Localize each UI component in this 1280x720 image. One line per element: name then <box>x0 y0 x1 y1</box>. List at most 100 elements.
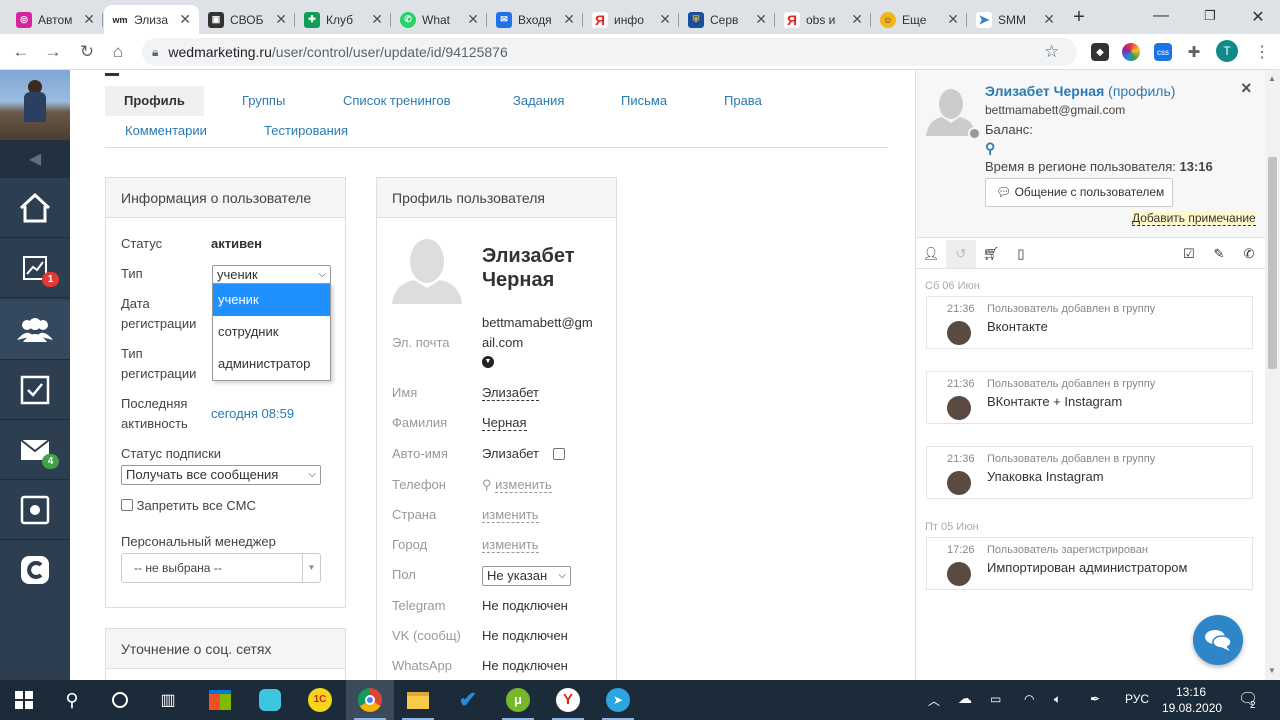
city-change[interactable]: изменить <box>482 535 539 555</box>
browser-tab[interactable]: ✆ What ✕ <box>392 5 487 34</box>
puzzle-icon[interactable]: ✚ <box>1185 43 1203 61</box>
task-view-icon[interactable]: ▥ <box>144 680 192 720</box>
restore-icon[interactable]: ❐ <box>1200 8 1220 24</box>
check-square-icon[interactable]: ☑ <box>1174 240 1204 268</box>
tab-tasks[interactable]: Задания <box>494 86 583 116</box>
utorrent-icon[interactable]: μ <box>494 680 542 720</box>
type-option-admin[interactable]: администратор <box>213 348 330 380</box>
scroll-down-icon[interactable]: ▼ <box>1268 666 1276 675</box>
sidebar-item-notifications[interactable]: ◀ <box>0 140 70 178</box>
back-icon[interactable]: ← <box>11 42 31 62</box>
history-icon[interactable]: ↺ <box>946 240 976 268</box>
close-tab-icon[interactable]: ✕ <box>659 11 671 28</box>
url-bar[interactable]: 🔒︎ wedmarketing.ru/user/control/user/upd… <box>142 38 1077 66</box>
color-extension-icon[interactable] <box>1122 43 1140 61</box>
sidebar-item-crm[interactable] <box>0 540 70 600</box>
tab-comments[interactable]: Комментарии <box>106 116 226 146</box>
new-tab-button[interactable]: + <box>1068 6 1090 29</box>
sidebar-item-stats[interactable]: 1 <box>0 238 70 298</box>
tray-chevron-icon[interactable]: ︿ <box>928 692 940 709</box>
type-option-student[interactable]: ученик <box>213 284 330 316</box>
email-expand-icon[interactable]: ▼ <box>482 356 494 368</box>
volume-icon[interactable]: 🔈︎ <box>1054 692 1061 707</box>
close-tab-icon[interactable]: ✕ <box>851 11 863 28</box>
type-option-employee[interactable]: сотрудник <box>213 316 330 348</box>
forward-icon[interactable]: → <box>43 42 63 62</box>
sidebar-item-tasks[interactable] <box>0 360 70 420</box>
first-name-value[interactable]: Элизабет <box>482 383 540 403</box>
close-tab-icon[interactable]: ✕ <box>1043 11 1055 28</box>
user-icon[interactable]: 👤︎ <box>916 240 946 268</box>
profile-avatar[interactable]: T <box>1216 40 1238 62</box>
home-icon[interactable]: ⌂ <box>108 42 128 62</box>
mobile-icon[interactable]: ▯ <box>1006 240 1036 268</box>
app-icon[interactable] <box>246 680 294 720</box>
sms-checkbox[interactable] <box>121 499 133 511</box>
chrome-icon[interactable] <box>346 680 394 720</box>
windows-start-icon[interactable] <box>0 680 48 720</box>
pencil-icon[interactable]: ✎ <box>1204 240 1234 268</box>
file-explorer-icon[interactable] <box>394 680 442 720</box>
clock[interactable]: 13:16 19.08.2020 <box>1162 684 1222 716</box>
chat-with-user-button[interactable]: 💬︎ Общение с пользователем <box>985 178 1173 207</box>
sidebar-item-home[interactable] <box>0 178 70 238</box>
tab-letters[interactable]: Письма <box>602 86 686 116</box>
cart-icon[interactable]: 🛒︎ <box>976 240 1006 268</box>
store-icon[interactable] <box>196 680 244 720</box>
reload-icon[interactable]: ↻ <box>77 42 97 62</box>
user-photo[interactable] <box>0 70 70 140</box>
close-tab-icon[interactable]: ✕ <box>179 11 191 28</box>
browser-tab[interactable]: ⛨ Серв ✕ <box>680 5 775 34</box>
user-name-link[interactable]: Элизабет Черная <box>985 83 1104 99</box>
close-tab-icon[interactable]: ✕ <box>467 11 479 28</box>
css-extension-icon[interactable]: css <box>1154 43 1172 61</box>
search-icon[interactable]: ⚲ <box>985 140 995 157</box>
tab-groups[interactable]: Группы <box>223 86 304 116</box>
tab-trainings[interactable]: Список тренингов <box>324 86 470 116</box>
close-tab-icon[interactable]: ✕ <box>83 11 95 28</box>
gender-select[interactable]: Не указан ⌵ <box>482 566 571 586</box>
menu-icon[interactable]: ⋮ <box>1252 42 1272 62</box>
telegram-icon[interactable]: ➤ <box>594 680 642 720</box>
close-tab-icon[interactable]: ✕ <box>947 11 959 28</box>
sidebar-item-webinar[interactable] <box>0 480 70 540</box>
tab-testing[interactable]: Тестирования <box>245 116 367 146</box>
yandex-browser-icon[interactable]: Y <box>544 680 592 720</box>
sms-checkbox-row[interactable]: Запретить все СМС <box>121 496 256 516</box>
onedrive-icon[interactable]: ☁ <box>958 690 972 707</box>
tab-rights[interactable]: Права <box>705 86 781 116</box>
pen-icon[interactable]: ✒ <box>1090 692 1100 706</box>
close-tab-icon[interactable]: ✕ <box>563 11 575 28</box>
extension-icon[interactable]: ◆ <box>1091 43 1109 61</box>
browser-tab[interactable]: ➤ SMM ✕ <box>968 5 1063 34</box>
wifi-icon[interactable]: ◠ <box>1024 692 1034 706</box>
close-tab-icon[interactable]: ✕ <box>371 11 383 28</box>
sidebar-item-mail[interactable]: 4 <box>0 420 70 480</box>
bookmark-star-icon[interactable]: ☆ <box>1044 42 1059 62</box>
browser-tab[interactable]: ☺ Еще ✕ <box>872 5 967 34</box>
browser-tab[interactable]: ◎ Автом ✕ <box>8 5 103 34</box>
scroll-up-icon[interactable]: ▲ <box>1268 74 1276 83</box>
phone-change[interactable]: ⚲ изменить <box>482 475 552 495</box>
chat-widget-button[interactable] <box>1193 615 1243 665</box>
last-name-value[interactable]: Черная <box>482 413 527 433</box>
page-scrollbar[interactable]: ▲ ▼ <box>1265 70 1280 680</box>
scrollbar-thumb[interactable] <box>1268 157 1277 369</box>
country-change[interactable]: изменить <box>482 505 539 525</box>
sidebar-item-users[interactable] <box>0 300 70 360</box>
todo-check-icon[interactable]: ✔ <box>444 680 492 720</box>
browser-tab[interactable]: ▣ СВОБ ✕ <box>200 5 295 34</box>
1c-icon[interactable]: 1С <box>296 680 344 720</box>
browser-tab-active[interactable]: wm Элиза ✕ <box>104 5 199 34</box>
browser-tab[interactable]: Я инфо ✕ <box>584 5 679 34</box>
language-indicator[interactable]: РУС <box>1125 692 1149 706</box>
phone-icon[interactable]: ✆ <box>1234 240 1264 268</box>
minimize-icon[interactable]: — <box>1151 7 1171 25</box>
browser-tab[interactable]: ✚ Клуб ✕ <box>296 5 391 34</box>
profile-link[interactable]: (профиль) <box>1108 83 1175 99</box>
add-note-link[interactable]: Добавить примечание <box>1132 211 1256 226</box>
close-tab-icon[interactable]: ✕ <box>755 11 767 28</box>
close-panel-icon[interactable]: × <box>1241 78 1252 99</box>
subscription-select[interactable]: Получать все сообщения ⌵ <box>121 465 321 485</box>
tab-profile[interactable]: Профиль <box>105 86 204 116</box>
